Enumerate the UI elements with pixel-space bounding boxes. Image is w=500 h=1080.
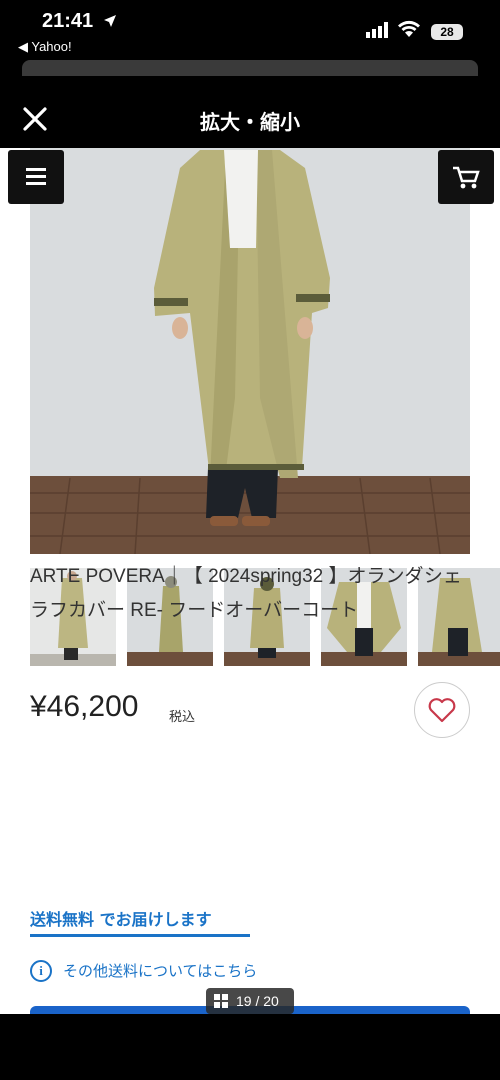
hamburger-icon bbox=[26, 168, 46, 185]
image-counter-text: 19 / 20 bbox=[236, 993, 279, 1009]
image-counter: 19 / 20 bbox=[206, 988, 294, 1014]
tax-label: 税込 bbox=[169, 710, 196, 725]
menu-button[interactable] bbox=[8, 150, 64, 204]
shopping-cart-icon bbox=[453, 166, 480, 189]
grid-icon bbox=[214, 994, 228, 1008]
favorite-button[interactable] bbox=[414, 682, 470, 738]
cart-button[interactable] bbox=[438, 150, 494, 204]
cellular-signal-icon bbox=[366, 22, 388, 38]
heart-icon bbox=[428, 698, 456, 723]
info-icon: i bbox=[30, 960, 52, 982]
free-shipping-label: 送料無料 でお届けします bbox=[30, 910, 212, 929]
product-title: ARTE POVERA｜【 2024spring32 】オランダシェラフカバー … bbox=[30, 566, 462, 621]
shipping-underline bbox=[30, 934, 250, 937]
status-bar: 21:41 ◀ Yahoo! 28 bbox=[0, 0, 500, 60]
battery-indicator: 28 bbox=[431, 24, 463, 40]
wifi-icon bbox=[398, 20, 420, 37]
viewer-title: 拡大・縮小 bbox=[200, 110, 300, 134]
product-page: ARTE POVERA｜【 2024spring32 】オランダシェラフカバー … bbox=[0, 148, 500, 1014]
status-time: 21:41 bbox=[42, 10, 94, 32]
browser-url-bar[interactable] bbox=[22, 60, 478, 76]
product-main-image[interactable] bbox=[30, 148, 470, 554]
location-arrow-icon bbox=[104, 15, 116, 27]
bottom-bar bbox=[0, 1014, 500, 1080]
shipping-info-link[interactable]: その他送料についてはこちら bbox=[63, 960, 257, 981]
back-to-app-link[interactable]: ◀ Yahoo! bbox=[18, 39, 72, 55]
product-price: ¥46,200 bbox=[30, 690, 139, 723]
